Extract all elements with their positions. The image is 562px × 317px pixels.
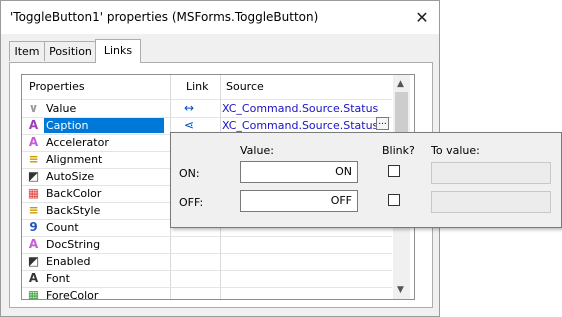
row-label: Accelerator (46, 136, 109, 149)
scroll-up-icon[interactable]: ▲ (397, 79, 404, 89)
row-label: Alignment (46, 153, 103, 166)
off-blink-checkbox[interactable] (388, 194, 400, 206)
off-label: OFF: (179, 196, 204, 209)
tab-item[interactable]: Item (9, 41, 45, 61)
row-label: Font (46, 272, 70, 285)
link-share-icon[interactable]: ⋖ (184, 118, 194, 133)
off-to-value-input (431, 191, 551, 213)
off-value-input[interactable]: OFF (240, 190, 358, 212)
link-options-popup: Value: Blink? To value: ON: ON OFF: OFF (170, 132, 562, 228)
on-value-input[interactable]: ON (240, 161, 358, 183)
row-source[interactable]: XC_Command.Source.Status (222, 101, 378, 116)
row-label: ForeColor (46, 289, 99, 300)
value-icon: ∨ (28, 101, 39, 115)
scroll-down-icon[interactable]: ▼ (397, 285, 404, 295)
row-label: Value (46, 102, 77, 115)
source-browse-button[interactable]: ... (376, 117, 389, 130)
on-to-value-input (431, 162, 551, 184)
row-label: BackColor (46, 187, 102, 200)
on-blink-checkbox[interactable] (388, 165, 400, 177)
table-row[interactable]: A Font (22, 270, 392, 287)
tab-links[interactable]: Links (95, 39, 141, 63)
title-bar: 'ToggleButton1' properties (MSForms.Togg… (1, 1, 439, 34)
backstyle-icon: ≡ (28, 203, 39, 217)
row-source[interactable]: XC_Command.Source.Status (222, 118, 378, 133)
font-icon: A (28, 271, 39, 285)
table-row[interactable]: ◩ Enabled (22, 253, 392, 270)
row-label: BackStyle (46, 204, 101, 217)
window-title: 'ToggleButton1' properties (MSForms.Togg… (10, 10, 319, 24)
row-label: Count (46, 221, 79, 234)
row-label: Caption (44, 118, 164, 133)
accelerator-icon: A (28, 135, 39, 149)
close-icon[interactable]: ✕ (413, 9, 431, 27)
table-row[interactable]: ∨ Value ↔ XC_Command.Source.Status (22, 100, 392, 117)
header-link: Link (186, 80, 209, 93)
to-value-header: To value: (431, 144, 480, 157)
row-label: AutoSize (46, 170, 95, 183)
docstring-icon: A (28, 237, 39, 251)
blink-header: Blink? (382, 144, 415, 157)
header-source: Source (226, 80, 264, 93)
table-row[interactable]: ▦ ForeColor (22, 287, 392, 300)
caption-icon: A (28, 118, 39, 132)
enabled-icon: ◩ (27, 254, 40, 268)
row-label: DocString (46, 238, 101, 251)
forecolor-icon: ▦ (27, 288, 40, 300)
on-label: ON: (179, 167, 200, 180)
row-label: Enabled (46, 255, 91, 268)
table-row[interactable]: A DocString (22, 236, 392, 253)
value-header: Value: (240, 144, 274, 157)
link-bidirectional-icon[interactable]: ↔ (184, 101, 194, 116)
count-icon: 9 (29, 220, 38, 234)
backcolor-icon: ▦ (27, 186, 40, 200)
autosize-icon: ◩ (27, 169, 40, 183)
header-properties: Properties (29, 80, 85, 93)
alignment-icon: ≡ (28, 152, 39, 166)
tab-position[interactable]: Position (44, 41, 97, 61)
